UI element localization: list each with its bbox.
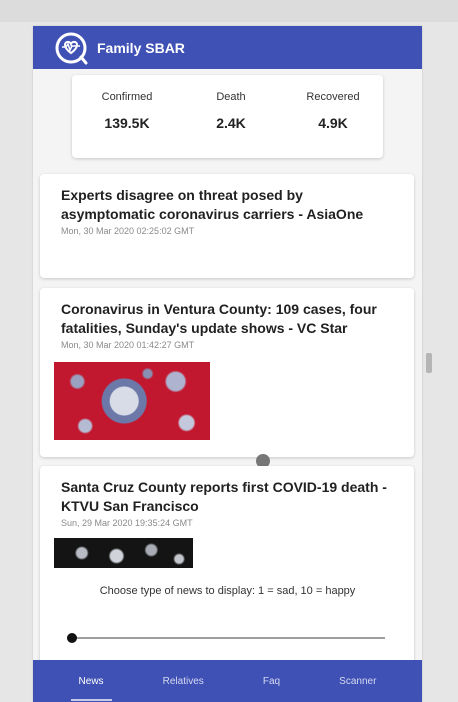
stat-value: 139.5K [104,115,150,131]
news-card[interactable]: Experts disagree on threat posed by asym… [40,174,414,278]
nav-scanner[interactable]: Scanner [331,670,384,693]
news-headline: Experts disagree on threat posed by asym… [61,187,364,222]
browser-top-strip [0,0,458,22]
mood-slider[interactable] [67,632,385,644]
slider-thumb[interactable] [67,633,77,643]
nav-news[interactable]: News [70,670,112,701]
news-date: Mon, 30 Mar 2020 01:42:27 GMT [61,340,195,350]
news-date: Mon, 30 Mar 2020 02:25:02 GMT [61,226,195,236]
app-title: Family SBAR [97,39,185,56]
stat-label: Confirmed [101,91,153,103]
stat-confirmed: Confirmed 139.5K [77,91,177,131]
news-headline: Coronavirus in Ventura County: 109 cases… [61,301,377,336]
stat-death: Death 2.4K [181,91,281,131]
news-image-cells [54,538,193,568]
stat-recovered: Recovered 4.9K [283,91,383,131]
stat-value: 2.4K [216,115,246,131]
stat-label: Death [216,91,246,103]
page-scrollbar[interactable] [426,353,432,373]
stats-card: Confirmed 139.5K Death 2.4K Recovered 4.… [72,75,383,158]
slider-track [67,637,385,639]
nav-faq[interactable]: Faq [255,670,288,693]
app-bar: Family SBAR [33,26,422,69]
nav-relatives[interactable]: Relatives [155,670,212,693]
bottom-nav: News Relatives Faq Scanner [33,660,422,702]
news-date: Sun, 29 Mar 2020 19:35:24 GMT [61,518,193,528]
app-window: Family SBAR Confirmed 139.5K Death 2.4K … [33,26,422,702]
heart-monitor-logo-icon [55,32,88,64]
stat-label: Recovered [306,91,360,103]
news-image-virus [54,362,210,440]
news-card[interactable]: Coronavirus in Ventura County: 109 cases… [40,288,414,457]
news-filter-prompt: Choose type of news to display: 1 = sad,… [99,585,356,597]
news-headline: Santa Cruz County reports first COVID-19… [61,479,387,514]
stat-value: 4.9K [318,115,348,131]
